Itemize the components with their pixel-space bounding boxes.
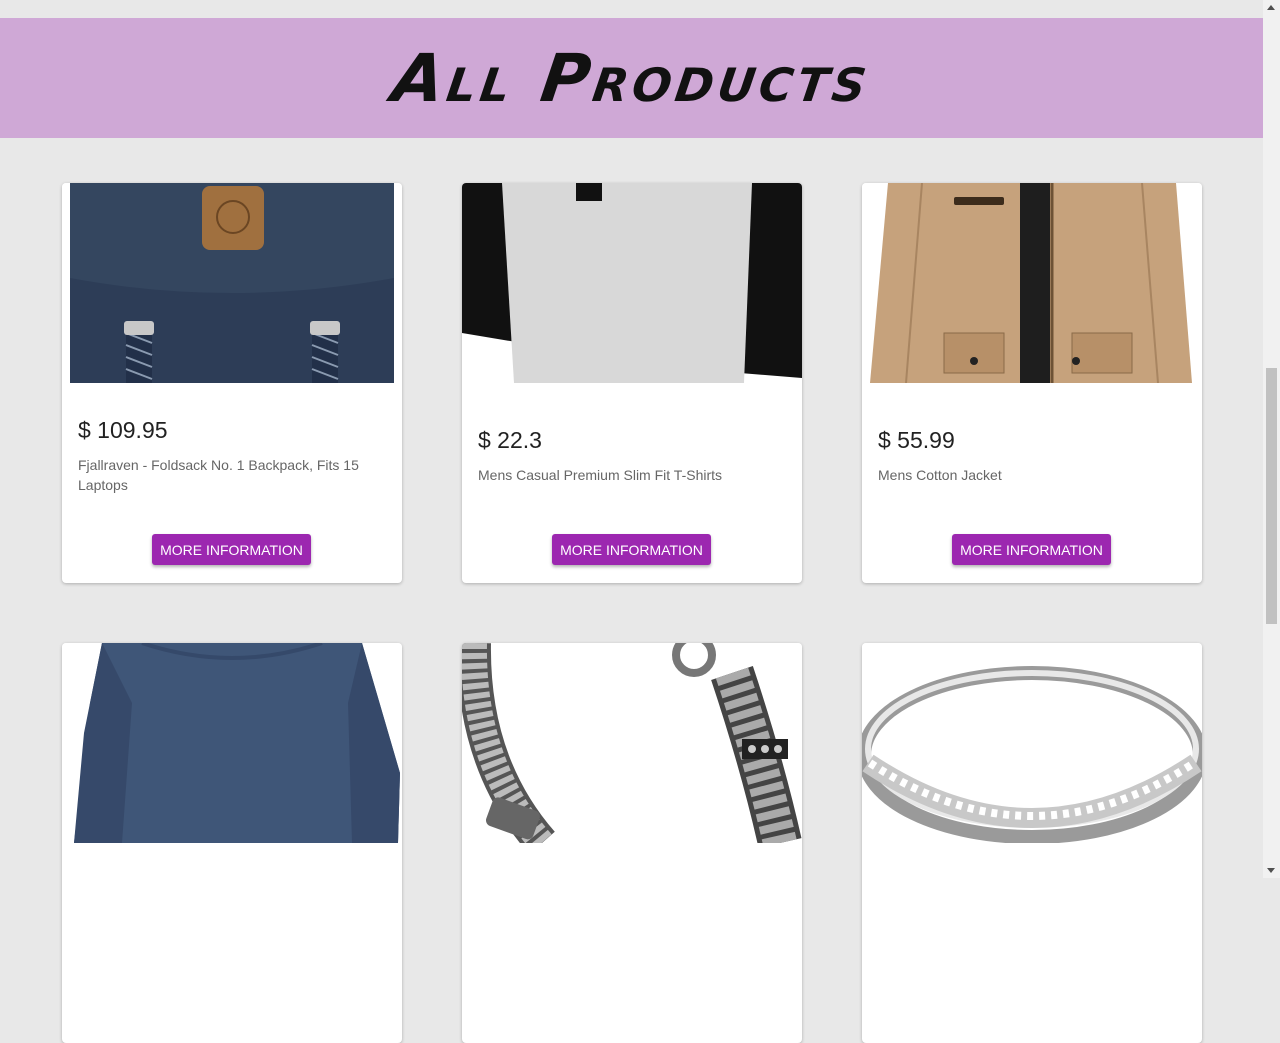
product-card (62, 643, 402, 1043)
product-title: Fjallraven - Foldsack No. 1 Backpack, Fi… (78, 457, 359, 493)
product-price: $ 22.3 (478, 427, 542, 453)
vertical-scrollbar[interactable] (1263, 0, 1280, 878)
scroll-down-arrow-icon[interactable] (1267, 868, 1275, 873)
page-header: All Products (0, 18, 1263, 138)
backpack-image[interactable] (62, 183, 402, 383)
more-information-button[interactable]: MORE INFORMATION (952, 534, 1111, 565)
bracelet-image[interactable] (462, 643, 802, 843)
product-card (862, 643, 1202, 1043)
jacket-image[interactable] (862, 183, 1202, 383)
scroll-up-arrow-icon[interactable] (1267, 5, 1275, 10)
product-card: $ 109.95 Fjallraven - Foldsack No. 1 Bac… (62, 183, 402, 583)
product-title: Mens Cotton Jacket (878, 467, 1002, 483)
tshirt-image[interactable] (462, 183, 802, 383)
more-information-button[interactable]: MORE INFORMATION (552, 534, 711, 565)
page-title: All Products (387, 39, 876, 117)
product-card (462, 643, 802, 1043)
ring-image[interactable] (862, 643, 1202, 843)
product-card: $ 55.99 Mens Cotton Jacket MORE INFORMAT… (862, 183, 1202, 583)
product-price: $ 55.99 (878, 427, 955, 453)
more-information-button[interactable]: MORE INFORMATION (152, 534, 311, 565)
product-price: $ 109.95 (78, 417, 168, 443)
product-title: Mens Casual Premium Slim Fit T-Shirts (478, 467, 723, 483)
longsleeve-shirt-image[interactable] (62, 643, 402, 843)
product-card: $ 22.3 Mens Casual Premium Slim Fit T-Sh… (462, 183, 802, 583)
scrollbar-thumb[interactable] (1266, 368, 1277, 624)
